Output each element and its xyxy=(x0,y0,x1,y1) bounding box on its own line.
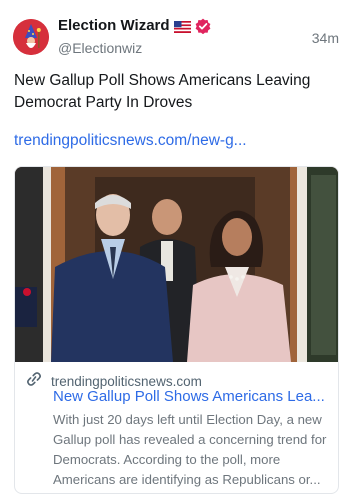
link-icon xyxy=(25,370,43,393)
preview-image[interactable] xyxy=(15,167,338,362)
post-header: Election Wizard @Electionwiz 34m xyxy=(0,0,353,70)
link-preview-card[interactable]: trendingpoliticsnews.com New Gallup Poll… xyxy=(14,166,339,494)
card-domain[interactable]: trendingpoliticsnews.com xyxy=(51,374,202,389)
verified-badge-icon xyxy=(195,18,211,34)
card-title[interactable]: New Gallup Poll Shows Americans Lea... xyxy=(53,388,333,405)
post-timestamp[interactable]: 34m xyxy=(312,30,339,46)
author-name[interactable]: Election Wizard xyxy=(58,17,170,34)
author-handle[interactable]: @Electionwiz xyxy=(58,40,142,56)
author-name-line: Election Wizard xyxy=(58,17,211,34)
card-description: With just 20 days left until Election Da… xyxy=(53,412,327,487)
post-link[interactable]: trendingpoliticsnews.com/new-g... xyxy=(14,132,247,150)
post-text: New Gallup Poll Shows Americans Leaving … xyxy=(14,72,311,111)
wizard-avatar-icon[interactable] xyxy=(13,19,49,55)
us-flag-icon xyxy=(173,20,191,33)
